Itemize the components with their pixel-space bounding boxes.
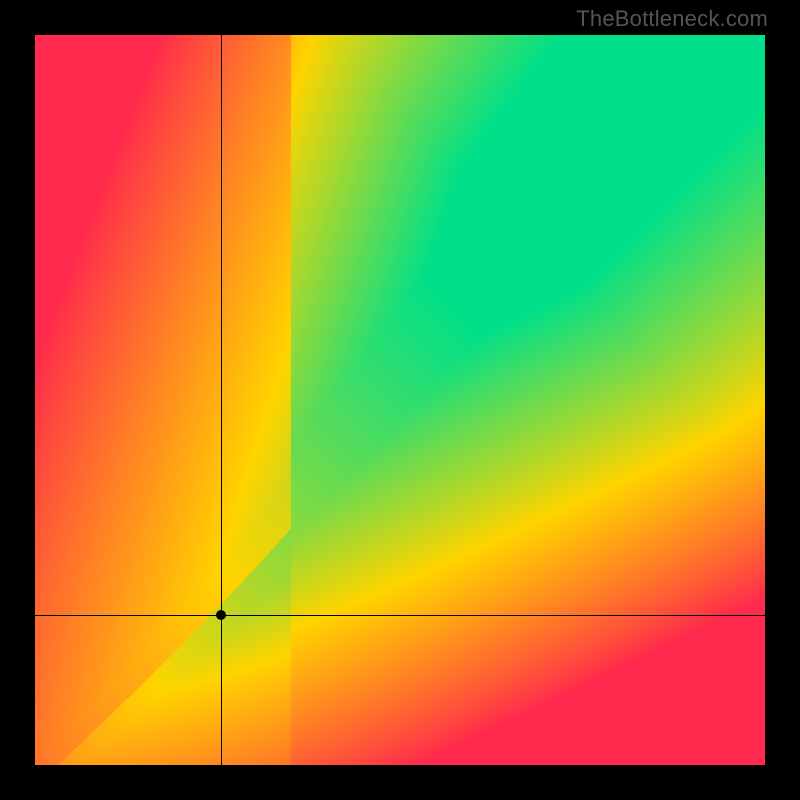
watermark-text: TheBottleneck.com — [576, 6, 768, 32]
crosshair-vertical — [221, 35, 222, 765]
chart-frame: TheBottleneck.com — [0, 0, 800, 800]
heatmap-plot — [35, 35, 765, 765]
crosshair-horizontal — [35, 615, 765, 616]
heatmap-canvas — [35, 35, 765, 765]
